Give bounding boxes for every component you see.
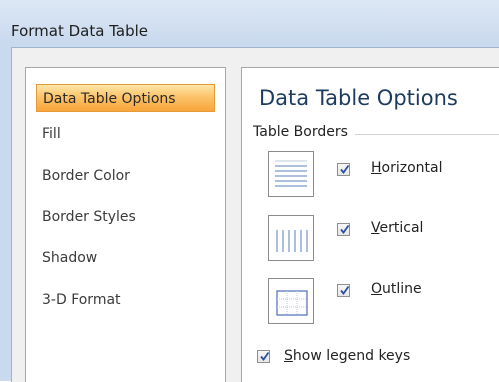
group-divider xyxy=(355,134,499,135)
vertical-borders-icon xyxy=(268,215,314,261)
outline-borders-icon xyxy=(268,278,314,324)
dialog-window: Format Data Table Data Table Options Fil… xyxy=(0,0,499,382)
sidebar-item-data-table-options[interactable]: Data Table Options xyxy=(36,84,215,112)
table-borders-group-label: Table Borders xyxy=(253,124,348,140)
dialog-title: Format Data Table xyxy=(11,22,148,40)
sidebar-item-fill[interactable]: Fill xyxy=(42,120,61,148)
sidebar-item-3d-format[interactable]: 3-D Format xyxy=(42,286,121,314)
options-panel: Data Table Options Table Borders Horizon… xyxy=(241,67,499,382)
show-legend-keys-label[interactable]: Show legend keys xyxy=(284,348,410,364)
title-bar[interactable]: Format Data Table xyxy=(0,0,499,44)
category-list: Data Table Options Fill Border Color Bor… xyxy=(25,67,226,382)
panel-title: Data Table Options xyxy=(259,86,458,110)
sidebar-item-shadow[interactable]: Shadow xyxy=(42,244,97,272)
sidebar-item-border-styles[interactable]: Border Styles xyxy=(42,203,136,231)
outline-checkbox[interactable] xyxy=(337,284,350,297)
vertical-checkbox[interactable] xyxy=(337,223,350,236)
outline-label[interactable]: Outline xyxy=(371,281,422,297)
sidebar-item-border-color[interactable]: Border Color xyxy=(42,162,130,190)
show-legend-keys-checkbox[interactable] xyxy=(257,350,270,363)
horizontal-borders-icon xyxy=(268,151,314,197)
horizontal-label[interactable]: Horizontal xyxy=(371,160,443,176)
horizontal-checkbox[interactable] xyxy=(337,163,350,176)
vertical-label[interactable]: Vertical xyxy=(371,220,423,236)
